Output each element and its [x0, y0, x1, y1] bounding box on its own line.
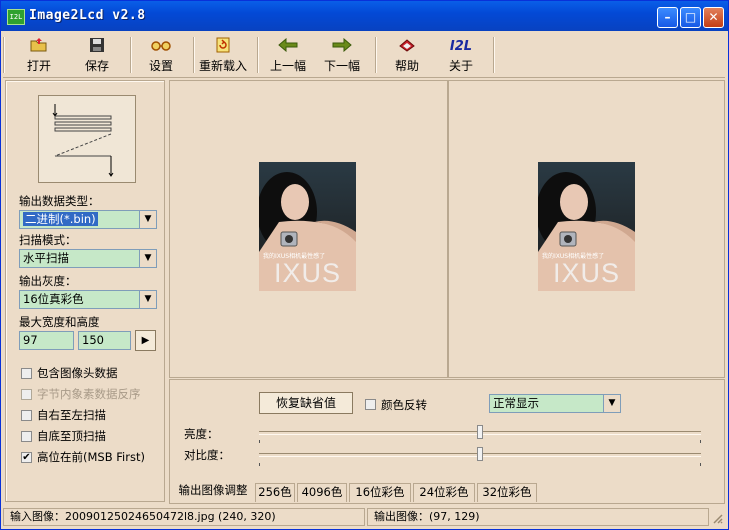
next-image-label: 下一幅 [323, 59, 360, 73]
gray-level-value: 16位真彩色 [23, 292, 84, 306]
input-image-status: 输入图像：20090125024650472l8.jpg (240, 320) [3, 508, 365, 526]
contrast-label: 对比度： [184, 448, 230, 462]
settings-label: 设置 [148, 59, 173, 73]
main-window: I2L Image2Lcd v2.8 – □ ✕ 打开 保存 设置 重新载入 上… [0, 0, 729, 530]
floppy-disk-icon [75, 37, 119, 57]
minimize-button[interactable]: – [657, 7, 678, 28]
apply-size-button[interactable]: ▶ [135, 330, 156, 351]
tab-256-colors[interactable]: 256色 [255, 483, 295, 502]
output-image-preview: 我的IXUS相机最性感了 IXUS [538, 162, 635, 291]
input-image-preview: 我的IXUS相机最性感了 IXUS [259, 162, 356, 291]
max-size-label: 最大宽度和高度 [19, 315, 100, 329]
prev-image-label: 上一幅 [269, 59, 306, 73]
scan-bottom-to-top-label: 自底至顶扫描 [37, 429, 106, 443]
include-header-label: 包含图像头数据 [37, 366, 118, 380]
open-label: 打开 [26, 59, 51, 73]
prev-image-button[interactable]: 上一幅 [265, 35, 311, 75]
display-mode-value: 正常显示 [493, 396, 539, 410]
settings-button[interactable]: 设置 [139, 35, 183, 75]
about-label: 关于 [448, 59, 473, 73]
output-photo-logo: IXUS [552, 258, 621, 288]
tab-32bit-color[interactable]: 32位彩色 [477, 483, 537, 502]
msb-first-label: 高位在前(MSB First) [37, 450, 145, 464]
max-width-input[interactable]: 97 [19, 331, 74, 350]
brightness-label: 亮度： [184, 427, 219, 441]
title-bar[interactable]: I2L Image2Lcd v2.8 – □ ✕ [1, 1, 728, 31]
scan-right-to-left-label: 自右至左扫描 [37, 408, 106, 422]
glasses-icon [139, 37, 183, 57]
scan-mode-diagram [38, 95, 136, 183]
window-title: Image2Lcd v2.8 [29, 8, 146, 23]
close-button[interactable]: ✕ [703, 7, 724, 28]
resize-grip-icon[interactable] [711, 512, 723, 524]
output-image-pane: 我的IXUS相机最性感了 IXUS [448, 80, 725, 378]
invert-color-checkbox[interactable] [365, 399, 376, 410]
save-button[interactable]: 保存 [75, 35, 119, 75]
about-icon: I2L [449, 39, 473, 54]
gray-level-label: 输出灰度： [19, 274, 77, 288]
next-image-button[interactable]: 下一幅 [319, 35, 365, 75]
output-type-label: 输出数据类型： [19, 194, 100, 208]
contrast-slider-thumb[interactable] [477, 447, 483, 461]
tab-16bit-color[interactable]: 16位彩色 [349, 483, 411, 502]
chevron-down-icon[interactable]: ▼ [603, 395, 620, 412]
scan-mode-value: 水平扫描 [23, 251, 69, 265]
open-button[interactable]: 打开 [17, 35, 61, 75]
help-button[interactable]: 帮助 [385, 35, 429, 75]
scan-right-to-left-checkbox[interactable] [21, 410, 32, 421]
brightness-ticks [259, 440, 701, 444]
scan-bottom-to-top-checkbox[interactable] [21, 431, 32, 442]
app-icon: I2L [7, 9, 25, 25]
toolbar-divider [493, 37, 495, 73]
output-image-status: 输出图像：(97, 129) [367, 508, 709, 526]
restore-default-button[interactable]: 恢复缺省值 [259, 392, 353, 414]
input-photo-logo: IXUS [273, 258, 342, 288]
tab-24bit-color[interactable]: 24位彩色 [413, 483, 475, 502]
folder-open-icon [17, 37, 61, 57]
display-mode-select[interactable]: 正常显示 ▼ [489, 394, 621, 413]
output-type-select[interactable]: 二进制(*.bin) ▼ [19, 210, 157, 229]
toolbar-divider [193, 37, 195, 73]
chevron-down-icon[interactable]: ▼ [139, 211, 156, 228]
about-button[interactable]: I2L 关于 [439, 35, 483, 75]
output-type-value: 二进制(*.bin) [23, 212, 98, 226]
toolbar-divider [257, 37, 259, 73]
reverse-pixel-order-checkbox[interactable] [21, 389, 32, 400]
input-image-pane: 我的IXUS相机最性感了 IXUS [169, 80, 448, 378]
help-book-icon [385, 37, 429, 57]
toolbar-divider [3, 37, 5, 73]
reload-button[interactable]: 重新载入 [197, 35, 249, 75]
toolbar-divider [130, 37, 132, 73]
max-height-input[interactable]: 150 [78, 331, 131, 350]
brightness-slider-thumb[interactable] [477, 425, 483, 439]
toolbar-divider [375, 37, 377, 73]
tab-output-adjust[interactable]: 输出图像调整 [173, 481, 253, 502]
include-header-checkbox[interactable] [21, 368, 32, 379]
scan-mode-label: 扫描模式： [19, 233, 77, 247]
status-bar: 输入图像：20090125024650472l8.jpg (240, 320) … [3, 507, 725, 527]
reload-icon [197, 37, 249, 57]
chevron-down-icon[interactable]: ▼ [139, 291, 156, 308]
invert-color-label: 颜色反转 [381, 398, 427, 412]
arrow-left-icon [265, 37, 311, 57]
scan-mode-select[interactable]: 水平扫描 ▼ [19, 249, 157, 268]
msb-first-checkbox[interactable]: ✔ [21, 452, 32, 463]
settings-panel: 输出数据类型： 二进制(*.bin) ▼ 扫描模式： 水平扫描 ▼ 输出灰度： … [5, 80, 165, 502]
tab-4096-colors[interactable]: 4096色 [297, 483, 347, 502]
maximize-button[interactable]: □ [680, 7, 701, 28]
toolbar: 打开 保存 设置 重新载入 上一幅 下一幅 帮助 I2L 关于 [3, 35, 725, 78]
gray-level-select[interactable]: 16位真彩色 ▼ [19, 290, 157, 309]
chevron-down-icon[interactable]: ▼ [139, 250, 156, 267]
arrow-right-icon [319, 37, 365, 57]
contrast-ticks [259, 463, 701, 467]
save-label: 保存 [84, 59, 109, 73]
reload-label: 重新载入 [198, 59, 247, 73]
help-label: 帮助 [394, 59, 419, 73]
reverse-pixel-order-label: 字节内象素数据反序 [37, 387, 141, 401]
